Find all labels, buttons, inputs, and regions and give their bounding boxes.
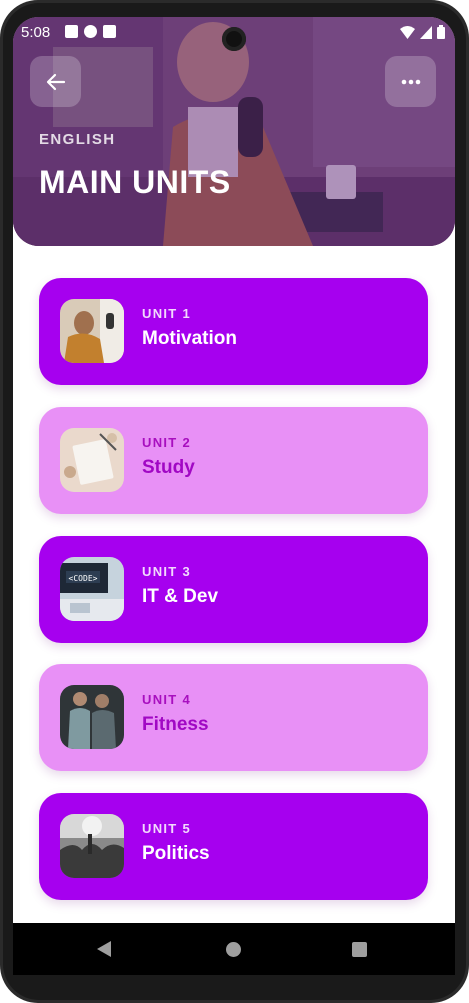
fitness-photo	[60, 685, 124, 749]
page-title: MAIN UNITS	[39, 164, 231, 200]
unit-card-2[interactable]: UNIT 2 Study	[39, 407, 428, 514]
unit-thumbnail	[60, 814, 124, 878]
notification-p-icon	[84, 25, 97, 38]
phone-frame: 5:08 ENGLISH MAIN UNITS UNIT 1 Motivatio…	[0, 0, 469, 1003]
cell-signal-icon	[420, 25, 432, 39]
system-icons	[400, 25, 445, 39]
unit-number: UNIT 1	[142, 306, 191, 321]
unit-card-4[interactable]: UNIT 4 Fitness	[39, 664, 428, 771]
course-language-label: ENGLISH	[39, 131, 116, 148]
unit-title: Fitness	[142, 714, 209, 735]
unit-number: UNIT 5	[142, 821, 191, 836]
notification-a-icon	[65, 25, 78, 38]
unit-number: UNIT 2	[142, 435, 191, 450]
back-button[interactable]	[30, 56, 81, 107]
unit-thumbnail: <CODE>	[60, 557, 124, 621]
header-banner: 5:08 ENGLISH MAIN UNITS	[13, 17, 455, 246]
unit-card-5[interactable]: UNIT 5 Politics	[39, 793, 428, 900]
unit-thumbnail	[60, 299, 124, 363]
arrow-left-icon	[46, 73, 65, 90]
front-camera	[222, 27, 246, 51]
nav-back-icon[interactable]	[97, 941, 111, 957]
more-options-button[interactable]	[385, 56, 436, 107]
app-screen: 5:08 ENGLISH MAIN UNITS UNIT 1 Motivatio…	[13, 17, 455, 975]
unit-title: Motivation	[142, 328, 237, 349]
it-dev-photo: <CODE>	[60, 557, 124, 621]
unit-number: UNIT 3	[142, 564, 191, 579]
unit-thumbnail	[60, 428, 124, 492]
unit-title: Politics	[142, 843, 210, 864]
system-navigation-bar	[13, 923, 455, 975]
unit-title: Study	[142, 457, 195, 478]
study-photo	[60, 428, 124, 492]
wifi-icon	[400, 25, 415, 39]
unit-card-3[interactable]: <CODE> UNIT 3 IT & Dev	[39, 536, 428, 643]
unit-thumbnail	[60, 685, 124, 749]
unit-title: IT & Dev	[142, 586, 219, 607]
status-time: 5:08	[21, 24, 51, 41]
motivation-photo	[60, 299, 124, 363]
sd-card-icon	[103, 25, 116, 38]
nav-home-icon[interactable]	[226, 942, 241, 957]
svg-text:<CODE>: <CODE>	[69, 574, 98, 583]
unit-number: UNIT 4	[142, 692, 191, 707]
nav-recents-icon[interactable]	[352, 942, 367, 957]
unit-card-1[interactable]: UNIT 1 Motivation	[39, 278, 428, 385]
notification-icons	[65, 25, 116, 38]
more-horizontal-icon	[401, 79, 420, 84]
politics-photo	[60, 814, 124, 878]
battery-icon	[437, 25, 445, 39]
